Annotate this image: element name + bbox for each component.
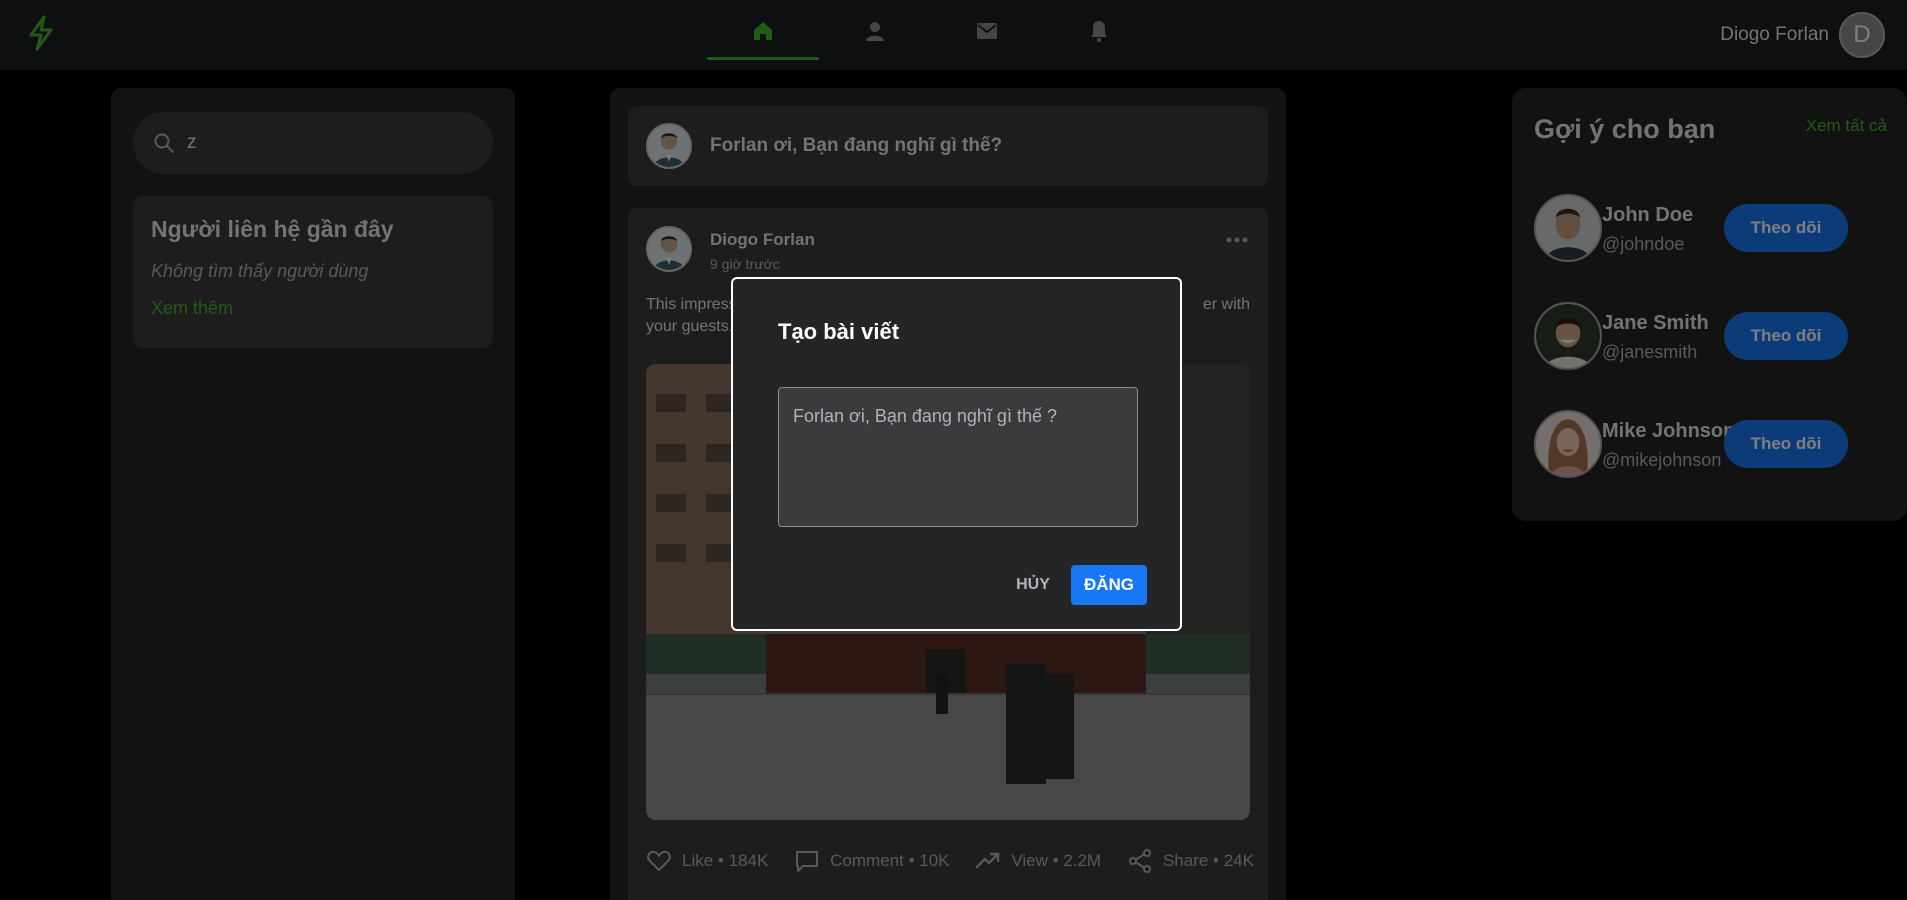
create-post-dialog: Tạo bài viết HỦY ĐĂNG: [731, 277, 1182, 631]
post-textarea[interactable]: [778, 387, 1138, 527]
dialog-title: Tạo bài viết: [778, 319, 900, 344]
post-button[interactable]: ĐĂNG: [1071, 565, 1147, 605]
cancel-button[interactable]: HỦY: [1003, 565, 1063, 605]
app-page: Diogo Forlan D z Người liên hệ gần đây K…: [0, 0, 1907, 900]
